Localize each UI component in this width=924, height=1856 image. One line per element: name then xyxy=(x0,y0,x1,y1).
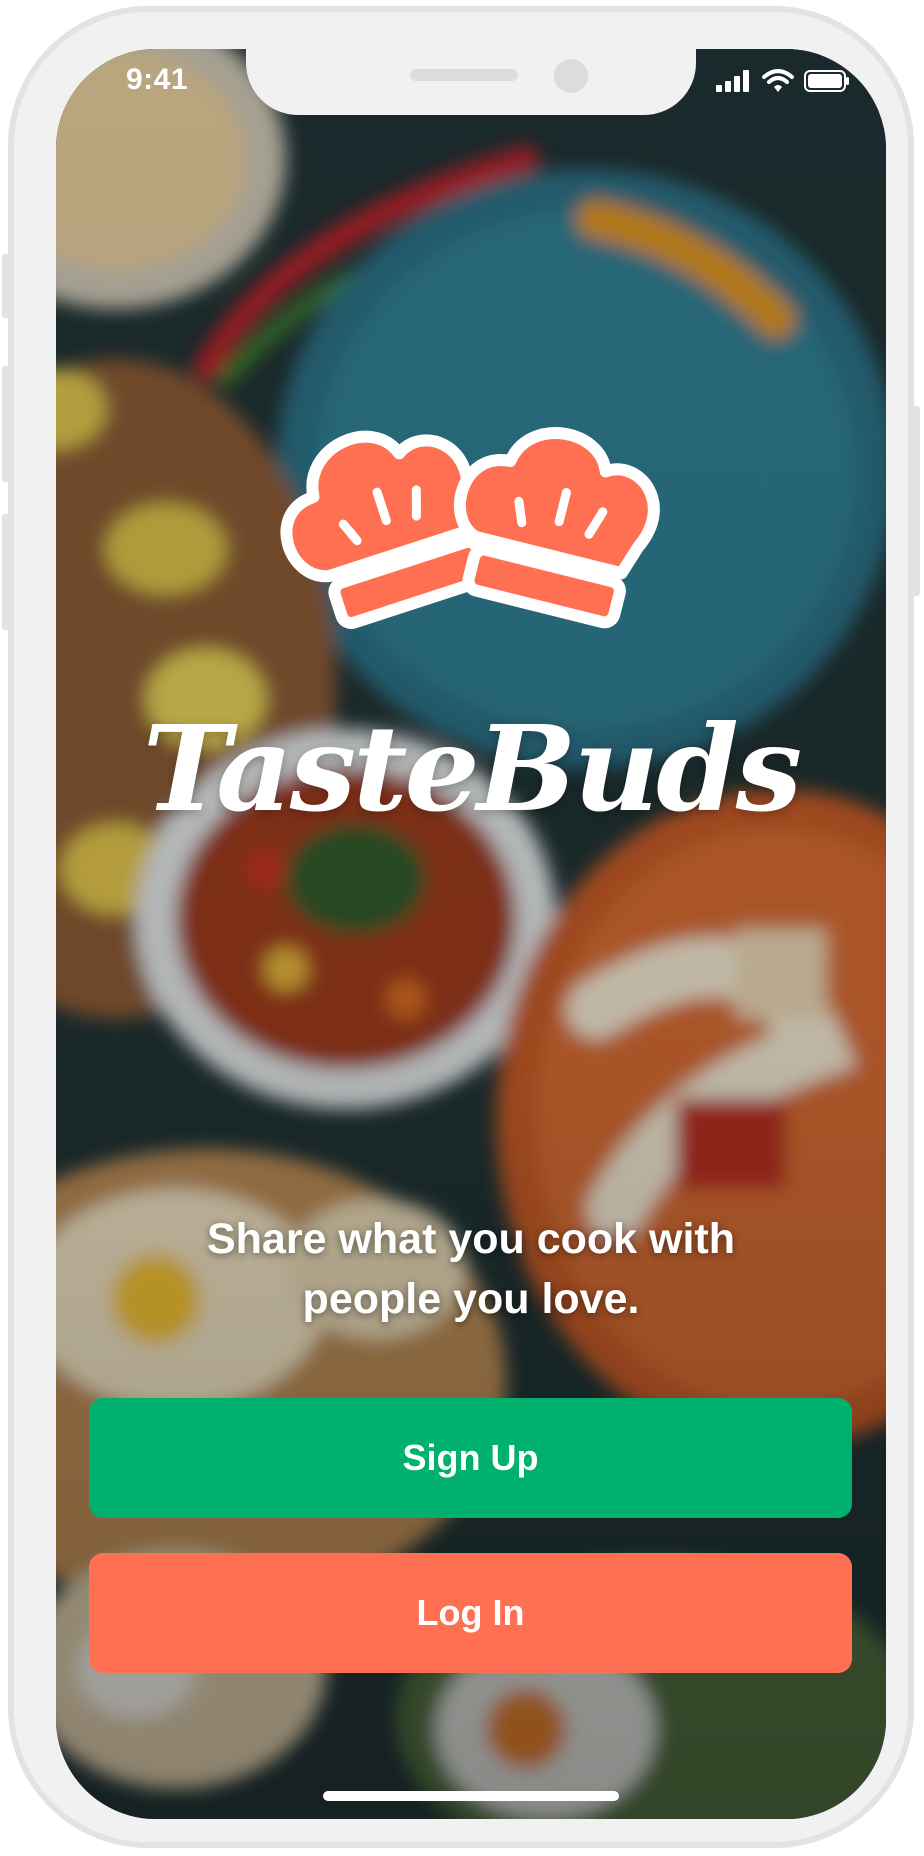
battery-icon xyxy=(804,70,849,92)
tagline: Share what you cook with people you love… xyxy=(206,1215,736,1323)
speaker-grille xyxy=(410,69,518,81)
home-indicator[interactable] xyxy=(323,1791,619,1801)
status-icons xyxy=(716,69,850,93)
side-button-volume-down xyxy=(2,514,12,630)
chef-hats-icon xyxy=(280,427,660,630)
device-notch xyxy=(246,49,696,115)
signal-icon xyxy=(716,70,749,92)
wifi-icon xyxy=(762,69,794,92)
app-screen: 9:41 TasteBuds Share what you cook with … xyxy=(56,49,886,1819)
sign-up-button[interactable]: Sign Up xyxy=(89,1398,852,1518)
side-button-volume-up xyxy=(2,366,12,482)
app-name: TasteBuds xyxy=(142,699,802,838)
side-button-power xyxy=(910,406,920,596)
log-in-button[interactable]: Log In xyxy=(89,1553,852,1673)
status-time: 9:41 xyxy=(126,63,189,96)
side-button-mute xyxy=(2,254,12,318)
front-camera xyxy=(554,59,588,93)
phone-frame: 9:41 TasteBuds Share what you cook with … xyxy=(2,6,920,1848)
